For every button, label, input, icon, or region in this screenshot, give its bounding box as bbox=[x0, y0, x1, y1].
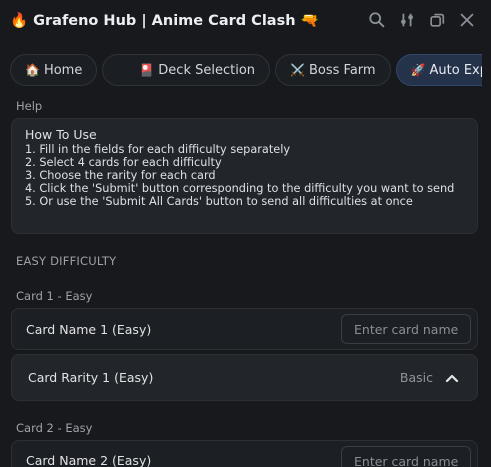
swords-icon: ⚔️ bbox=[290, 63, 305, 77]
card2-name-input[interactable]: Enter card name bbox=[341, 446, 471, 467]
tab-label: Auto Expl bbox=[429, 62, 482, 78]
settings-sliders-icon[interactable] bbox=[397, 10, 417, 30]
help-heading: How To Use bbox=[25, 127, 97, 142]
tab-auto-explore[interactable]: 🚀 Auto Expl bbox=[395, 54, 482, 86]
home-icon: 🏠 bbox=[25, 63, 40, 77]
window-title-text: Grafeno Hub | Anime Card Clash bbox=[33, 12, 296, 29]
cards-icon: 🎴 bbox=[139, 63, 155, 77]
help-box: How To Use 1. Fill in the fields for eac… bbox=[11, 118, 478, 234]
tab-home[interactable]: 🏠 Home bbox=[10, 54, 98, 86]
chevron-up-icon bbox=[445, 374, 459, 382]
help-line: 4. Click the 'Submit' button correspondi… bbox=[25, 182, 455, 195]
fire-icon: 🔥 bbox=[10, 12, 29, 29]
help-line: 5. Or use the 'Submit All Cards' button … bbox=[25, 195, 413, 208]
title-bar: 🔥 Grafeno Hub | Anime Card Clash 🔫 bbox=[0, 0, 491, 40]
tab-label: Boss Farm bbox=[308, 62, 376, 78]
minimize-icon[interactable] bbox=[427, 10, 447, 30]
help-line: 3. Choose the rarity for each card bbox=[25, 169, 216, 182]
gun-icon: 🔫 bbox=[300, 12, 319, 29]
card2-name-row: Card Name 2 (Easy) Enter card name bbox=[11, 440, 478, 467]
tab-boss-farm[interactable]: ⚔️ Boss Farm bbox=[275, 54, 391, 86]
card1-name-row: Card Name 1 (Easy) Enter card name bbox=[11, 308, 478, 350]
card1-rarity-dropdown[interactable]: Card Rarity 1 (Easy) Basic bbox=[11, 354, 478, 401]
tab-deck-selection[interactable]: 🎴 Deck Selection bbox=[102, 54, 271, 86]
window-title: 🔥 Grafeno Hub | Anime Card Clash 🔫 bbox=[10, 12, 319, 29]
help-line: 1. Fill in the fields for each difficult… bbox=[25, 143, 291, 156]
rocket-icon: 🚀 bbox=[410, 63, 426, 77]
close-icon[interactable] bbox=[457, 10, 477, 30]
card2-header: Card 2 - Easy bbox=[16, 421, 93, 435]
card1-name-input[interactable]: Enter card name bbox=[341, 314, 471, 344]
easy-difficulty-heading: EASY DIFFICULTY bbox=[16, 254, 117, 268]
tab-bar: 🏠 Home 🎴 Deck Selection ⚔️ Boss Farm 🚀 A… bbox=[10, 54, 482, 86]
tab-label: Home bbox=[43, 62, 83, 78]
card1-rarity-value: Basic bbox=[399, 370, 433, 385]
search-icon[interactable] bbox=[367, 10, 387, 30]
window-controls bbox=[367, 10, 477, 30]
tab-label: Deck Selection bbox=[158, 62, 256, 78]
card1-header: Card 1 - Easy bbox=[16, 289, 93, 303]
help-line: 2. Select 4 cards for each difficulty bbox=[25, 156, 222, 169]
help-section-label: Help bbox=[16, 99, 43, 113]
